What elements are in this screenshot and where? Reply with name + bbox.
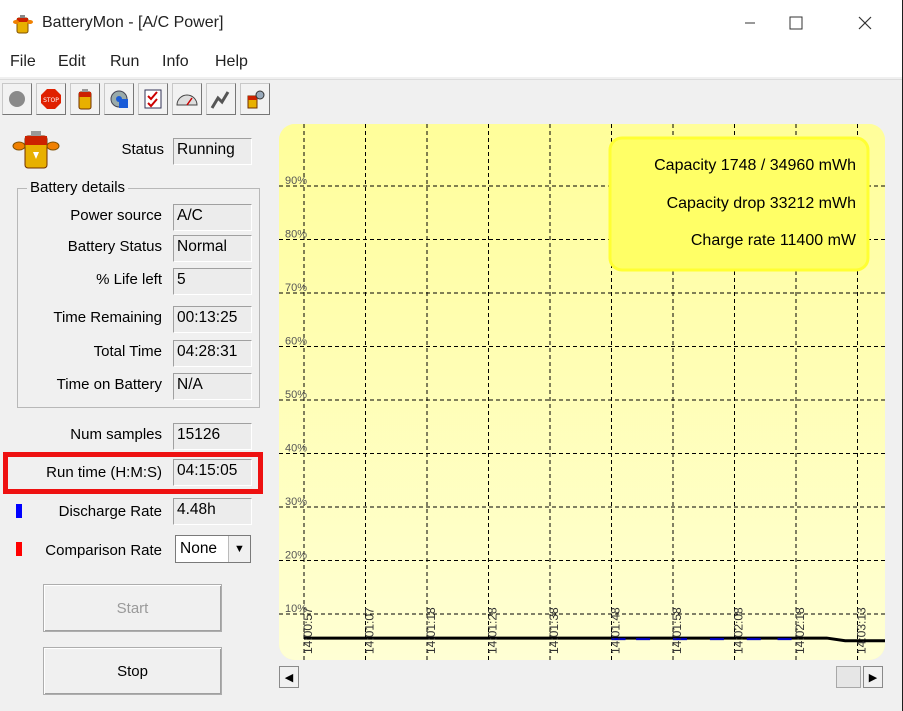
x-tick-label: 14:00:57 bbox=[301, 607, 315, 654]
minimize-button[interactable] bbox=[727, 6, 773, 40]
battery-details-title: Battery details bbox=[27, 179, 129, 196]
stop-icon: STOP bbox=[41, 89, 61, 109]
close-icon bbox=[858, 16, 872, 30]
x-tick-label: 14:03:13 bbox=[855, 607, 869, 654]
num-samples-label: Num samples bbox=[70, 426, 162, 443]
app-icon bbox=[12, 13, 34, 35]
close-button[interactable] bbox=[842, 6, 888, 40]
x-tick-label: 14:01:07 bbox=[363, 607, 377, 654]
y-tick-label: 70% bbox=[285, 282, 307, 294]
tools-icon bbox=[247, 90, 265, 109]
comparison-rate-select[interactable]: None ▼ bbox=[175, 535, 251, 563]
time-on-battery-field: N/A bbox=[173, 373, 252, 400]
time-remaining-label: Time Remaining bbox=[53, 309, 162, 326]
x-tick-label: 14:01:28 bbox=[486, 607, 500, 654]
run-time-highlight bbox=[3, 452, 263, 494]
toolbar: STOP bbox=[0, 79, 902, 119]
battery-status-label: Battery Status bbox=[67, 238, 162, 255]
time-remaining-field: 00:13:25 bbox=[173, 306, 252, 333]
chevron-down-icon[interactable]: ▼ bbox=[228, 536, 250, 562]
maximize-button[interactable] bbox=[773, 6, 819, 40]
window-title: BatteryMon - [A/C Power] bbox=[42, 14, 224, 31]
y-tick-label: 40% bbox=[285, 443, 307, 455]
status-field: Running bbox=[173, 138, 252, 165]
scroll-thumb[interactable] bbox=[836, 666, 861, 688]
y-tick-label: 30% bbox=[285, 496, 307, 508]
charge-rate-text: Charge rate 11400 mW bbox=[691, 232, 857, 249]
discharge-rate-field: 4.48h bbox=[173, 498, 252, 525]
status-label: Status bbox=[121, 141, 164, 158]
toolbar-record-button[interactable] bbox=[2, 83, 32, 115]
y-tick-label: 50% bbox=[285, 389, 307, 401]
capacity-text: Capacity 1748 / 34960 mWh bbox=[654, 157, 856, 174]
toolbar-gauge-button[interactable] bbox=[172, 83, 202, 115]
battery-icon bbox=[78, 89, 92, 110]
stop-button[interactable]: Stop bbox=[43, 647, 222, 695]
y-tick-label: 20% bbox=[285, 550, 307, 562]
x-tick-label: 14:01:58 bbox=[670, 607, 684, 654]
scroll-left-button[interactable]: ◀ bbox=[279, 666, 299, 688]
menu-help[interactable]: Help bbox=[215, 53, 248, 71]
menu-bar: File Edit Run Info Help bbox=[0, 47, 902, 77]
arrow-left-icon: ◀ bbox=[284, 671, 294, 684]
power-source-label: Power source bbox=[70, 207, 162, 224]
checklist-icon bbox=[144, 89, 162, 109]
svg-text:STOP: STOP bbox=[43, 97, 59, 104]
x-tick-label: 14:01:18 bbox=[424, 607, 438, 654]
toolbar-checklist-button[interactable] bbox=[138, 83, 168, 115]
y-tick-label: 90% bbox=[285, 175, 307, 187]
toolbar-battery-button[interactable] bbox=[70, 83, 100, 115]
x-tick-label: 14:02:08 bbox=[732, 607, 746, 654]
comparison-rate-label: Comparison Rate bbox=[45, 542, 162, 559]
title-bar: BatteryMon - [A/C Power] bbox=[0, 0, 902, 47]
capacity-drop-text: Capacity drop 33212 mWh bbox=[667, 195, 856, 212]
battery-status-field: Normal bbox=[173, 235, 252, 262]
settings-icon bbox=[110, 90, 128, 108]
x-tick-label: 14:02:18 bbox=[793, 607, 807, 654]
menu-run[interactable]: Run bbox=[110, 53, 139, 71]
minimize-icon bbox=[745, 22, 755, 24]
comparison-rate-swatch bbox=[16, 542, 22, 556]
battery-chart: 10% 20% 30% 40% 50% 60% 70% 80% 90% 14:00:57 14:01… bbox=[279, 124, 885, 660]
x-tick-label: 14:01:38 bbox=[547, 607, 561, 654]
toolbar-graph-button[interactable] bbox=[206, 83, 236, 115]
comparison-rate-value: None bbox=[180, 540, 218, 557]
start-button[interactable]: Start bbox=[43, 584, 222, 632]
total-time-field: 04:28:31 bbox=[173, 340, 252, 367]
chart-scrollbar[interactable]: ◀ ▶ bbox=[279, 666, 887, 688]
scroll-right-button[interactable]: ▶ bbox=[863, 666, 883, 688]
time-on-battery-label: Time on Battery bbox=[56, 376, 162, 393]
toolbar-stop-button[interactable]: STOP bbox=[36, 83, 66, 115]
batterymon-window: BatteryMon - [A/C Power] File Edit Run I… bbox=[0, 0, 903, 711]
battery-logo-icon bbox=[12, 126, 60, 172]
toolbar-tools-button[interactable] bbox=[240, 83, 270, 115]
discharge-rate-label: Discharge Rate bbox=[58, 503, 162, 520]
y-tick-label: 60% bbox=[285, 336, 307, 348]
life-left-label: % Life left bbox=[96, 271, 162, 288]
toolbar-settings-button[interactable] bbox=[104, 83, 134, 115]
num-samples-field: 15126 bbox=[173, 423, 252, 450]
record-icon bbox=[9, 91, 25, 107]
x-tick-label: 14:01:48 bbox=[609, 607, 623, 654]
maximize-icon bbox=[789, 16, 803, 30]
power-source-field: A/C bbox=[173, 204, 252, 231]
y-tick-label: 80% bbox=[285, 229, 307, 241]
graph-icon bbox=[210, 91, 230, 109]
menu-info[interactable]: Info bbox=[162, 53, 189, 71]
gauge-icon bbox=[176, 94, 198, 106]
menu-edit[interactable]: Edit bbox=[58, 53, 86, 71]
discharge-rate-swatch bbox=[16, 504, 22, 518]
chart-svg: 10%20%30%40%50%60%70%80%90%14:00:57 14:01… bbox=[279, 124, 885, 660]
arrow-right-icon: ▶ bbox=[868, 671, 878, 684]
life-left-field: 5 bbox=[173, 268, 252, 295]
menu-file[interactable]: File bbox=[10, 53, 36, 71]
total-time-label: Total Time bbox=[93, 343, 162, 360]
